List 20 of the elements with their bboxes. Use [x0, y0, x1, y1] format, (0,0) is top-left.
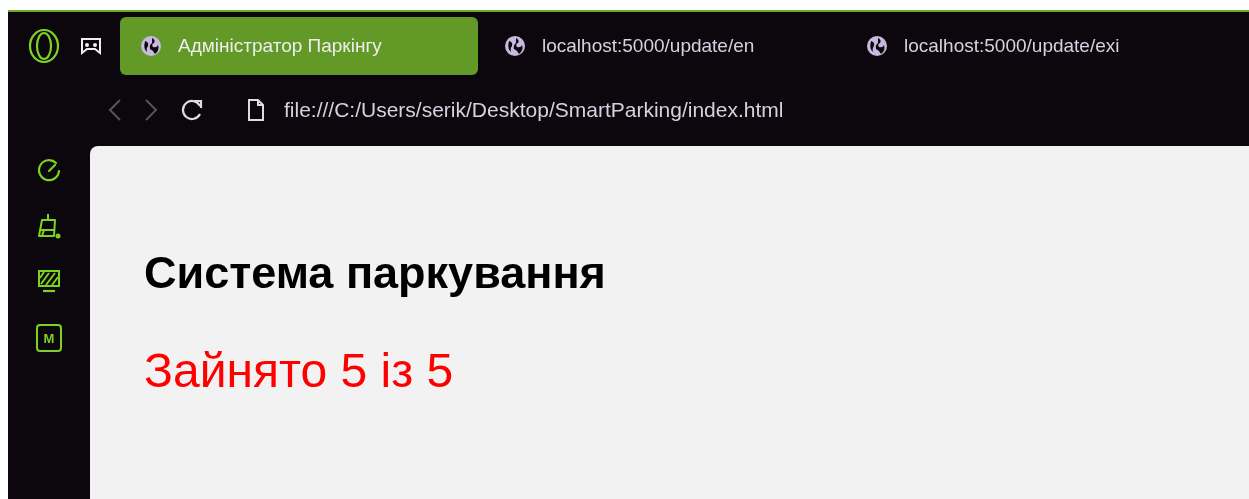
page-heading: Система паркування	[144, 250, 607, 295]
browser-tab[interactable]: localhost:5000/update/en	[478, 17, 840, 75]
headset-icon[interactable]	[80, 36, 102, 56]
reload-icon[interactable]	[180, 98, 204, 122]
address-bar[interactable]: file:///C:/Users/serik/Desktop/SmartParking/index.html	[284, 94, 784, 126]
globe-icon	[140, 35, 162, 57]
brush-icon[interactable]	[36, 212, 62, 240]
file-icon	[246, 98, 266, 122]
browser-logo-icon[interactable]	[28, 28, 60, 64]
chip-icon[interactable]: M	[36, 324, 62, 352]
forward-icon[interactable]	[144, 98, 158, 122]
speedometer-icon[interactable]	[36, 158, 62, 184]
tab-title: Адміністратор Паркінгу	[178, 33, 382, 58]
browser-tab[interactable]: localhost:5000/update/exi	[840, 17, 1202, 75]
globe-icon	[866, 35, 888, 57]
back-icon[interactable]	[108, 98, 122, 122]
tab-title: localhost:5000/update/en	[542, 33, 755, 58]
globe-icon	[504, 35, 526, 57]
tab-title: localhost:5000/update/exi	[904, 33, 1120, 58]
occupancy-status: Зайнято 5 із 5	[144, 347, 455, 395]
